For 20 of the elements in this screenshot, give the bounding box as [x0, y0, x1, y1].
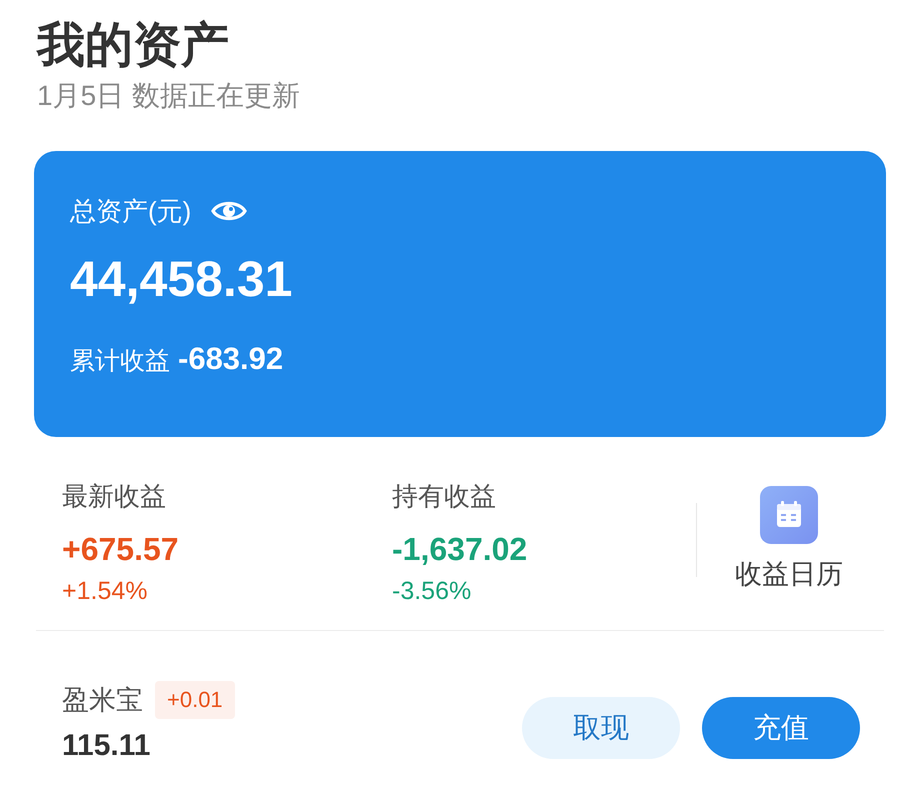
earnings-label: 持有收益 [392, 480, 496, 513]
calendar-icon [760, 486, 818, 544]
page-title: 我的资产 [37, 18, 230, 74]
withdraw-button[interactable]: 取现 [522, 697, 680, 759]
total-assets-label: 总资产(元) [70, 195, 192, 227]
cumulative-earnings-label: 累计收益 [70, 346, 170, 377]
daily-change-badge: +0.01 [155, 681, 235, 719]
earnings-percent: -3.56% [392, 576, 472, 607]
fund-amount: 115.11 [62, 728, 150, 764]
cumulative-earnings-value: -683.92 [178, 341, 284, 377]
earnings-calendar-link[interactable]: 收益日历 [735, 486, 843, 590]
earnings-value: -1,637.02 [392, 530, 528, 569]
fund-name: 盈米宝 [62, 684, 143, 717]
eye-icon[interactable] [211, 199, 248, 223]
total-assets-value: 44,458.31 [70, 250, 294, 309]
earnings-label: 最新收益 [62, 480, 166, 513]
deposit-button[interactable]: 充值 [702, 697, 860, 759]
update-status: 1月5日 数据正在更新 [37, 79, 301, 113]
earnings-value: +675.57 [62, 530, 179, 569]
earnings-percent: +1.54% [62, 576, 148, 607]
